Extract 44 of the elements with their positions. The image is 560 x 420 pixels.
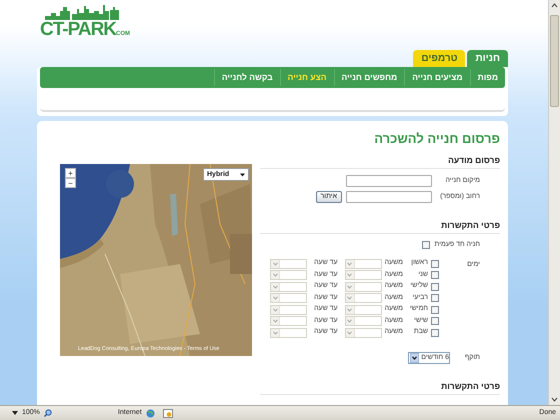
- tab[interactable]: טרמפים: [413, 50, 466, 67]
- nav-link[interactable]: הצע חנייה: [280, 69, 334, 86]
- hour-select[interactable]: [344, 270, 382, 280]
- hour-select[interactable]: [344, 304, 382, 315]
- hour-select[interactable]: [344, 282, 382, 292]
- checkbox[interactable]: [431, 294, 439, 302]
- checkbox[interactable]: [431, 260, 439, 268]
- checkbox[interactable]: [431, 306, 439, 314]
- globe-icon: [146, 408, 155, 418]
- nav-link[interactable]: בקשה לחנייה: [214, 69, 280, 86]
- checkbox[interactable]: [431, 328, 439, 337]
- hour-select[interactable]: [344, 316, 382, 326]
- scroll-thumb[interactable]: [550, 15, 559, 107]
- section-heading: פרטי התקשרות: [260, 219, 500, 234]
- hour-select[interactable]: [270, 316, 308, 326]
- hour-select[interactable]: [270, 270, 308, 280]
- text-field[interactable]: [346, 191, 432, 204]
- checkbox[interactable]: [431, 271, 439, 280]
- zoom-in-button[interactable]: +: [65, 168, 76, 178]
- hour-select[interactable]: [270, 304, 308, 315]
- nav-link[interactable]: מחפשים חנייה: [334, 69, 404, 86]
- tab[interactable]: חניות: [467, 50, 508, 67]
- hour-select[interactable]: [344, 293, 382, 304]
- magnifier-icon[interactable]: [44, 409, 52, 417]
- hour-select[interactable]: [344, 258, 382, 269]
- section-heading: פרטי התקשרות: [260, 380, 500, 395]
- hour-select[interactable]: [270, 282, 308, 292]
- nav-link[interactable]: מציעים חנייה: [404, 69, 470, 86]
- vertical-scrollbar[interactable]: [548, 0, 560, 405]
- warning-icon[interactable]: [162, 408, 173, 418]
- checkbox[interactable]: [431, 282, 439, 291]
- text-field[interactable]: [346, 175, 432, 188]
- zoom-out-button[interactable]: −: [65, 178, 76, 188]
- hour-select[interactable]: [270, 293, 308, 304]
- hour-select[interactable]: [270, 328, 308, 338]
- hour-select[interactable]: [344, 328, 382, 338]
- section-heading: פרסום מודעה: [260, 154, 500, 170]
- page-title: פרסום חנייה להשכרה: [373, 130, 500, 146]
- checkbox[interactable]: [422, 241, 430, 250]
- dropdown-arrow-icon: [240, 172, 245, 177]
- hour-select[interactable]: [270, 258, 308, 269]
- nav-link[interactable]: מפות: [470, 69, 505, 86]
- dropdown-arrow-icon[interactable]: [12, 411, 18, 415]
- checkbox[interactable]: [431, 317, 439, 326]
